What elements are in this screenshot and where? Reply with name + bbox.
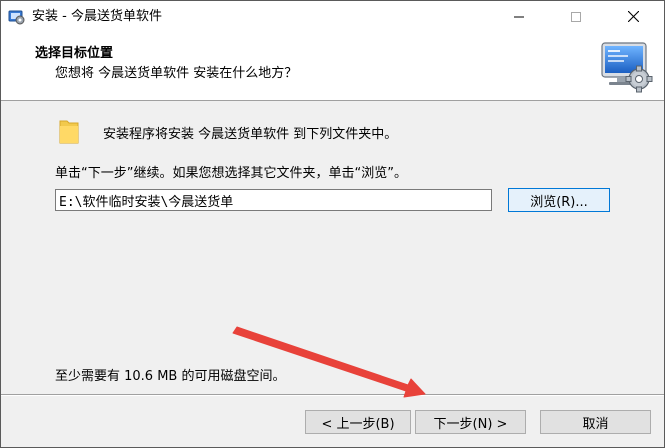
page-subtitle: 您想将 今晨送货单软件 安装在什么地方？ — [55, 66, 298, 81]
intro-text: 安装程序将安装 今晨送货单软件 到下列文件夹中。 — [103, 127, 398, 142]
installer-icon — [8, 10, 25, 25]
close-icon — [627, 11, 639, 22]
next-button[interactable]: 下一步(N) > — [415, 410, 526, 434]
footer-divider-highlight — [1, 395, 664, 396]
page-title: 选择目标位置 — [35, 46, 114, 61]
disk-space-note: 至少需要有 10.6 MB 的可用磁盘空间。 — [55, 369, 286, 384]
cancel-button[interactable]: 取消 — [540, 410, 651, 434]
instruction-text: 单击“下一步”继续。如果您想选择其它文件夹，单击“浏览”。 — [55, 166, 407, 181]
browse-button[interactable]: 浏览(R)... — [508, 188, 610, 212]
title-bar[interactable]: 安装 - 今晨送货单软件 — [1, 1, 664, 32]
minimize-icon — [514, 16, 524, 17]
minimize-button[interactable] — [496, 1, 542, 32]
maximize-icon — [571, 11, 581, 22]
maximize-button[interactable] — [553, 1, 599, 32]
installer-window: 安装 - 今晨送货单软件 选择目标位置 您想将 今晨送货单软件 安装在什么地方？ — [0, 0, 665, 448]
folder-icon — [59, 120, 79, 144]
install-path-input[interactable] — [55, 189, 492, 211]
window-title: 安装 - 今晨送货单软件 — [32, 9, 162, 24]
computer-gear-icon — [601, 42, 653, 93]
wizard-header: 选择目标位置 您想将 今晨送货单软件 安装在什么地方？ — [1, 32, 664, 101]
back-button[interactable]: < 上一步(B) — [305, 410, 411, 434]
close-button[interactable] — [610, 1, 656, 32]
